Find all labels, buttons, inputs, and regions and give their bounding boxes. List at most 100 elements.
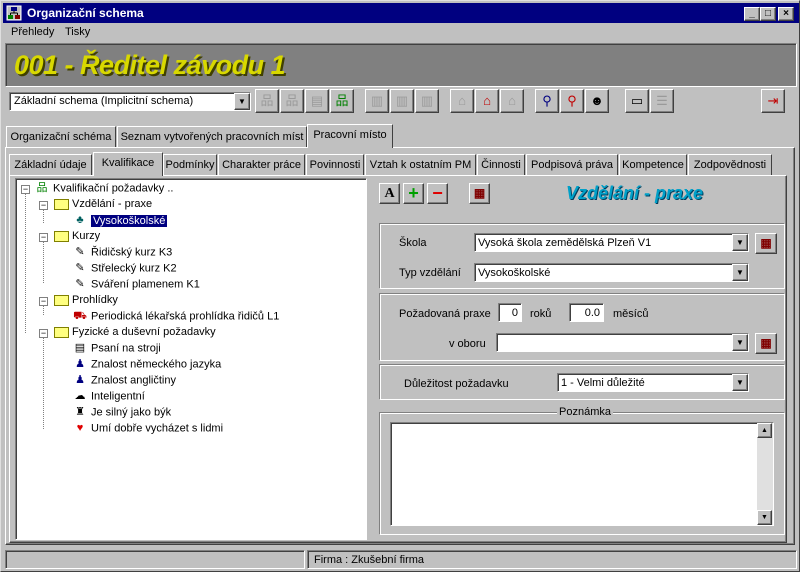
tree-item-psani[interactable]: ▤ Psaní na stroji <box>72 342 161 358</box>
minimize-button[interactable]: _ <box>744 7 760 21</box>
folder-icon <box>54 326 69 338</box>
course-icon: ✎ <box>75 246 85 258</box>
tab-zodpovednosti[interactable]: Zodpovědnosti <box>688 154 772 175</box>
status-firma: Firma : Zkušební firma <box>307 550 797 569</box>
tab-povinnosti[interactable]: Povinnosti <box>306 154 364 175</box>
document-person-icon: ▤ <box>74 342 86 354</box>
chevron-down-icon[interactable]: ▼ <box>732 264 748 281</box>
app-icon <box>6 5 22 21</box>
tab-seznam-pracovnich-mist[interactable]: Seznam vytvořených pracovních míst <box>117 126 307 147</box>
add-button[interactable]: + <box>403 183 424 204</box>
obor-label: v oboru <box>449 338 486 350</box>
building-icon[interactable]: ▥ <box>365 89 389 113</box>
tab-zakladni-udaje[interactable]: Základní údaje <box>9 154 92 175</box>
exit-icon[interactable]: ⇥ <box>761 89 785 113</box>
maximize-button[interactable]: □ <box>760 7 776 21</box>
tree-item-nemcina[interactable]: ♟ Znalost německého jazyka <box>72 358 221 374</box>
mesice-input[interactable]: 0.0 <box>569 303 604 322</box>
building-third-icon[interactable]: ▥ <box>415 89 439 113</box>
building-alt-icon[interactable]: ▥ <box>390 89 414 113</box>
chevron-down-icon[interactable]: ▼ <box>732 334 748 351</box>
people-talking-icon: ♟ <box>75 374 85 386</box>
sub-tabs: Základní údaje Kvalifikace Podmínky Char… <box>9 152 789 176</box>
close-button[interactable]: × <box>778 7 794 21</box>
tree-small-icon[interactable]: ⌂ <box>450 89 474 113</box>
poznamka-scrollbar[interactable]: ▲ ▼ <box>757 423 773 525</box>
tree-item-vzdelani[interactable]: Vzdělání - praxe <box>54 198 152 214</box>
tree-collapse-fyzicke[interactable]: − <box>39 329 48 338</box>
obor-select[interactable]: ▼ <box>496 333 749 352</box>
tab-organizacni-schema[interactable]: Organizační schéma <box>6 126 116 147</box>
obor-lookup-icon[interactable]: ▦ <box>755 333 777 354</box>
document-icon[interactable]: ▤ <box>305 89 329 113</box>
tree-item-root[interactable]: 品 Kvalifikační požadavky .. <box>34 182 174 198</box>
menu-prehledy[interactable]: Přehledy <box>11 26 54 38</box>
dulezitost-select[interactable]: 1 - Velmi důležité ▼ <box>557 373 749 392</box>
detail-title: Vzdělání - praxe <box>566 183 704 203</box>
tree-item-vysokoskolske[interactable]: ♣ Vysokoškolské <box>72 214 168 230</box>
tab-cinnosti[interactable]: Činnosti <box>477 154 525 175</box>
font-button[interactable]: A <box>379 183 400 204</box>
tab-podminky[interactable]: Podmínky <box>163 154 217 175</box>
folder-icon <box>54 294 69 306</box>
tab-podpisova-prava[interactable]: Podpisová práva <box>526 154 618 175</box>
search-remove-icon[interactable]: ⚲ <box>560 89 584 113</box>
tree-item-kurz-strelecky[interactable]: ✎ Střelecký kurz K2 <box>72 262 176 278</box>
tree-item-prohlidky[interactable]: Prohlídky <box>54 294 118 310</box>
tab-kompetence[interactable]: Kompetence <box>619 154 687 175</box>
schema-select[interactable]: Základní schema (Implicitní schema) ▼ <box>9 92 251 111</box>
chevron-down-icon[interactable]: ▼ <box>732 234 748 251</box>
tree-collapse-vzdelani[interactable]: − <box>39 201 48 210</box>
tree-item-silny[interactable]: ♜ Je silný jako býk <box>72 406 171 422</box>
menu-bar: Přehledy Tisky <box>3 23 799 42</box>
tree-item-kurz-svareni[interactable]: ✎ Sváření plamenem K1 <box>72 278 199 294</box>
menu-tisky[interactable]: Tisky <box>65 26 90 38</box>
tree-item-anglictina[interactable]: ♟ Znalost angličtiny <box>72 374 176 390</box>
chevron-down-icon[interactable]: ▼ <box>234 93 250 110</box>
hierarchy-icon[interactable]: 品 <box>330 89 354 113</box>
user-icon[interactable]: ☻ <box>585 89 609 113</box>
tab-charakter-prace[interactable]: Charakter práce <box>218 154 305 175</box>
main-tabs: Organizační schéma Seznam vytvořených pr… <box>5 124 795 148</box>
skola-label: Škola <box>399 237 427 249</box>
org-chart-alt-icon[interactable]: 品 <box>280 89 304 113</box>
tab-vztah-k-ostatnim[interactable]: Vztah k ostatním PM <box>365 154 476 175</box>
tree-collapse-prohlidky[interactable]: − <box>39 297 48 306</box>
poznamka-label: Poznámka <box>557 406 613 418</box>
lookup-icon[interactable]: ▦ <box>469 183 490 204</box>
tab-pracovni-misto[interactable]: Pracovní místo <box>307 124 393 148</box>
chevron-down-icon[interactable]: ▼ <box>732 374 748 391</box>
tree-collapse-kurzy[interactable]: − <box>39 233 48 242</box>
tree-item-inteligentni[interactable]: ☁ Inteligentní <box>72 390 145 406</box>
skola-select-value: Vysoká škola zemědělská Plzeň V1 <box>478 237 652 249</box>
people-talking-icon: ♟ <box>75 358 85 370</box>
poznamka-textarea[interactable]: ▲ ▼ <box>390 422 774 526</box>
window-title: Organizační schema <box>27 6 144 20</box>
remove-button[interactable]: − <box>427 183 448 204</box>
tab-kvalifikace[interactable]: Kvalifikace <box>93 152 163 176</box>
tree-collapse-root[interactable]: − <box>21 185 30 194</box>
home-icon[interactable]: ⌂ <box>475 89 499 113</box>
status-bar: Firma : Zkušební firma <box>3 550 799 570</box>
typ-vzdelani-select[interactable]: Vysokoškolské ▼ <box>474 263 749 282</box>
tree-item-kurz-ridicsky[interactable]: ✎ Řidičský kurz K3 <box>72 246 172 262</box>
org-chart-icon[interactable]: 品 <box>255 89 279 113</box>
status-pane-left <box>5 550 305 569</box>
print-icon[interactable]: ▭ <box>625 89 649 113</box>
qualification-tree[interactable]: − 品 Kvalifikační požadavky .. − Vzdělání … <box>15 178 367 540</box>
scroll-down-icon[interactable]: ▼ <box>757 510 772 525</box>
tree-gray-icon[interactable]: ⌂ <box>500 89 524 113</box>
dulezitost-select-value: 1 - Velmi důležité <box>561 377 645 389</box>
tree-item-fyzicke[interactable]: Fyzické a duševní požadavky <box>54 326 216 342</box>
tree-item-vychazet[interactable]: ♥ Umí dobře vycházet s lidmi <box>72 422 223 438</box>
tree-item-kurzy[interactable]: Kurzy <box>54 230 100 246</box>
scroll-up-icon[interactable]: ▲ <box>757 423 772 438</box>
ambulance-icon: ⛟ <box>73 310 87 322</box>
roky-input[interactable]: 0 <box>498 303 522 322</box>
dulezitost-label: Důležitost požadavku <box>404 378 509 390</box>
search-icon[interactable]: ⚲ <box>535 89 559 113</box>
list-icon[interactable]: ☰ <box>650 89 674 113</box>
skola-select[interactable]: Vysoká škola zemědělská Plzeň V1 ▼ <box>474 233 749 252</box>
skola-lookup-icon[interactable]: ▦ <box>755 233 777 254</box>
tree-item-prohlidka[interactable]: ⛟ Periodická lékařská prohlídka řidičů L1 <box>72 310 279 326</box>
